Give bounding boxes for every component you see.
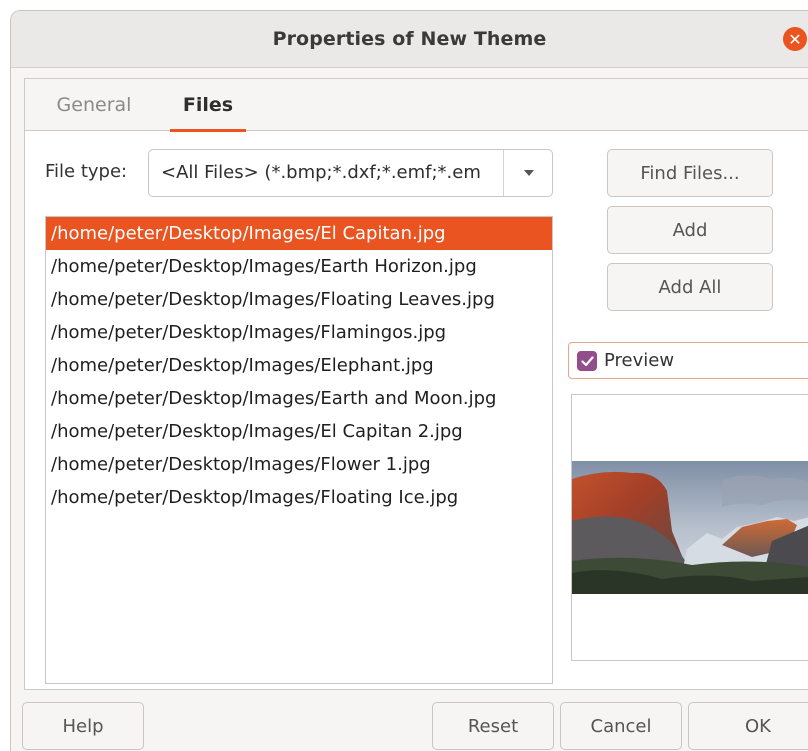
preview-checkbox-row[interactable]: Preview [568,342,808,379]
preview-pane [571,394,808,661]
add-all-button[interactable]: Add All [607,263,773,311]
file-list-item[interactable]: /home/peter/Desktop/Images/Floating Ice.… [46,481,552,514]
find-files-button[interactable]: Find Files... [607,149,773,197]
file-list-item[interactable]: /home/peter/Desktop/Images/Flower 1.jpg [46,448,552,481]
tab-bar: General Files [25,79,808,132]
file-list-item[interactable]: /home/peter/Desktop/Images/El Capitan 2.… [46,415,552,448]
close-icon[interactable]: ✕ [783,27,807,51]
dialog-window: Properties of New Theme ✕ General Files … [10,10,808,751]
chevron-down-icon[interactable] [504,150,553,196]
file-type-dropdown[interactable]: <All Files> (*.bmp;*.dxf;*.emf;*.em [148,149,553,197]
tab-files[interactable]: Files [162,79,254,132]
preview-label: Preview [604,350,675,371]
title-bar[interactable]: Properties of New Theme ✕ [11,11,808,68]
reset-button[interactable]: Reset [432,702,554,750]
file-type-value: <All Files> (*.bmp;*.dxf;*.emf;*.em [161,162,481,183]
file-list-item[interactable]: /home/peter/Desktop/Images/Earth and Moo… [46,382,552,415]
notebook: General Files File type: <All Files> (*.… [24,78,808,690]
preview-checkbox[interactable] [577,351,597,371]
file-type-label: File type: [45,161,128,182]
cancel-button[interactable]: Cancel [560,702,682,750]
checkmark-icon [580,355,594,366]
ok-button[interactable]: OK [688,702,808,750]
add-button[interactable]: Add [607,206,773,254]
tab-general[interactable]: General [39,79,149,131]
dialog-title: Properties of New Theme [272,28,547,50]
file-list-item[interactable]: /home/peter/Desktop/Images/Earth Horizon… [46,250,552,283]
file-list-item[interactable]: /home/peter/Desktop/Images/Flamingos.jpg [46,316,552,349]
help-button[interactable]: Help [22,702,144,750]
file-list[interactable]: /home/peter/Desktop/Images/El Capitan.jp… [45,216,553,684]
preview-image [572,461,808,594]
file-list-item[interactable]: /home/peter/Desktop/Images/El Capitan.jp… [46,217,552,250]
file-list-item[interactable]: /home/peter/Desktop/Images/Elephant.jpg [46,349,552,382]
file-list-item[interactable]: /home/peter/Desktop/Images/Floating Leav… [46,283,552,316]
